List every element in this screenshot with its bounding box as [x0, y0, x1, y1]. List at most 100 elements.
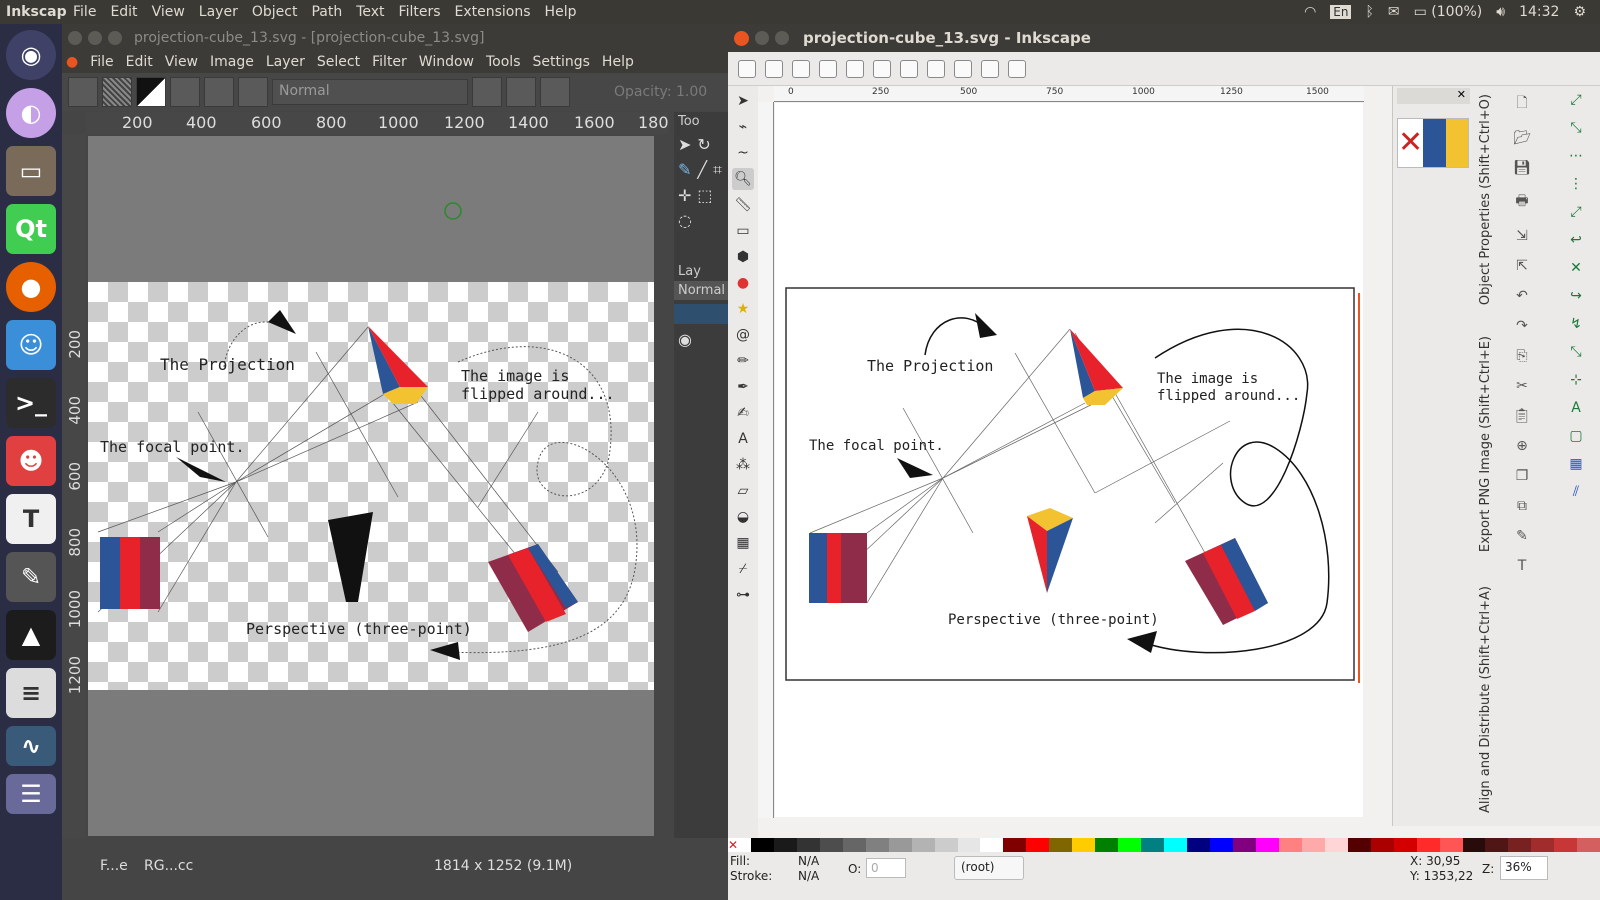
- snap-corner-icon[interactable]: ⋮: [1569, 176, 1583, 192]
- snap-center-icon[interactable]: ⤡: [1570, 344, 1581, 360]
- dropper-icon[interactable]: ⌿: [732, 558, 754, 580]
- gimp-menu-tools[interactable]: Tools: [486, 54, 521, 70]
- menu-filters[interactable]: Filters: [399, 4, 441, 20]
- undo-icon[interactable]: ↶: [1516, 288, 1528, 304]
- node-icon[interactable]: ⌁: [732, 116, 754, 138]
- menu-layer[interactable]: Layer: [199, 4, 238, 20]
- star-icon[interactable]: ★: [732, 298, 754, 320]
- rect-select-icon[interactable]: ⬚: [697, 186, 712, 205]
- measure-icon[interactable]: 📏︎: [732, 194, 754, 216]
- menu-edit[interactable]: Edit: [110, 4, 137, 20]
- tweak-icon[interactable]: ~: [732, 142, 754, 164]
- ubuntu-icon[interactable]: ◉: [6, 30, 56, 80]
- text-font-icon[interactable]: T: [1518, 558, 1527, 574]
- eraser-icon[interactable]: ▱: [732, 480, 754, 502]
- spray-icon[interactable]: ⁂: [732, 454, 754, 476]
- move-icon[interactable]: ✛: [678, 186, 691, 205]
- minimize-icon[interactable]: [88, 30, 102, 45]
- gimp-menu-settings[interactable]: Settings: [533, 54, 590, 70]
- wifi-icon[interactable]: ◠: [1304, 4, 1316, 20]
- snap-grid-icon[interactable]: ▦: [1569, 456, 1582, 472]
- crop-icon[interactable]: ⌗: [713, 160, 722, 180]
- maximize-icon[interactable]: [775, 31, 789, 45]
- stack-icon[interactable]: ☰: [6, 774, 56, 814]
- line-icon[interactable]: ╱: [697, 160, 707, 180]
- fill-stroke-icon[interactable]: ✎: [1516, 528, 1528, 544]
- copy-icon[interactable]: ⎘: [1516, 348, 1527, 364]
- gimp-menu-file[interactable]: File: [90, 54, 113, 70]
- snap-guide-icon[interactable]: ⫽: [1573, 484, 1579, 500]
- calligraphy-icon[interactable]: ✍: [732, 402, 754, 424]
- zoom-12-icon[interactable]: [819, 59, 837, 78]
- qt-icon[interactable]: Qt: [6, 204, 56, 254]
- bucket-icon[interactable]: ◒: [732, 506, 754, 528]
- snap-path-icon[interactable]: ↩: [1570, 232, 1582, 248]
- checker-icon[interactable]: [506, 77, 536, 107]
- ghost-icon[interactable]: ☻: [6, 436, 56, 486]
- group-icon[interactable]: ⧉: [1517, 498, 1527, 514]
- chat-icon[interactable]: ☺: [6, 320, 56, 370]
- menu-path[interactable]: Path: [311, 4, 342, 20]
- layer-row[interactable]: [674, 304, 728, 324]
- pointer-icon[interactable]: ➤: [678, 135, 691, 154]
- save-icon[interactable]: 💾︎: [1513, 160, 1531, 176]
- terminal-icon[interactable]: >_: [6, 378, 56, 428]
- gimp-menu-layer[interactable]: Layer: [266, 54, 305, 70]
- document-icon[interactable]: ≡: [6, 668, 56, 718]
- color-palette[interactable]: ✕: [728, 838, 1600, 852]
- new-icon[interactable]: 🗋︎: [1516, 92, 1527, 116]
- maximize-icon[interactable]: [108, 30, 122, 45]
- gimp-menu-filter[interactable]: Filter: [372, 54, 407, 70]
- snap-edge-icon[interactable]: ⋯: [1569, 148, 1583, 164]
- snap-bbox-icon[interactable]: ⤡: [1570, 120, 1581, 136]
- zoom-width-icon[interactable]: [954, 59, 972, 78]
- gimp-menu-image[interactable]: Image: [210, 54, 254, 70]
- eye-icon[interactable]: ◉: [674, 324, 728, 355]
- zoom-prev-icon[interactable]: [981, 59, 999, 78]
- zoom-selection-icon[interactable]: [873, 59, 891, 78]
- gimp-menu-help[interactable]: Help: [602, 54, 634, 70]
- clock[interactable]: 14:32: [1519, 4, 1559, 20]
- no-paint-icon[interactable]: ✕: [728, 838, 751, 852]
- connector-icon[interactable]: ⊶: [732, 584, 754, 606]
- gradient-icon[interactable]: ▦: [732, 532, 754, 554]
- snap-nodes-icon[interactable]: ⤢: [1570, 204, 1581, 220]
- ellipse-icon[interactable]: ●: [732, 272, 754, 294]
- reset-icon[interactable]: [540, 77, 570, 107]
- zoom-1-icon[interactable]: [792, 59, 810, 78]
- blend-mode-select[interactable]: Normal: [272, 79, 468, 105]
- zoom-page-icon[interactable]: [927, 59, 945, 78]
- open-icon[interactable]: 📂︎: [1513, 130, 1531, 146]
- zoom-in-icon[interactable]: [738, 59, 756, 78]
- fill-value[interactable]: N/A: [798, 854, 819, 868]
- keyboard-layout[interactable]: En: [1330, 5, 1352, 19]
- duplicate-icon[interactable]: ❐: [1516, 468, 1529, 484]
- zoom-21-icon[interactable]: [846, 59, 864, 78]
- pencil-icon[interactable]: ✏: [732, 350, 754, 372]
- menu-help[interactable]: Help: [545, 4, 577, 20]
- list-icon[interactable]: [204, 77, 234, 107]
- menu-file[interactable]: File: [73, 4, 96, 20]
- minimize-icon[interactable]: [755, 31, 769, 45]
- gimp-menu-window[interactable]: Window: [419, 54, 474, 70]
- close-icon[interactable]: [734, 30, 749, 46]
- gimp-menu-edit[interactable]: Edit: [126, 54, 153, 70]
- gimp-menu-select[interactable]: Select: [317, 54, 360, 70]
- grid-icon[interactable]: [238, 77, 268, 107]
- tab-export-png[interactable]: Export PNG Image (Shift+Ctrl+E): [1478, 336, 1493, 552]
- brush-icon[interactable]: ✎: [678, 160, 691, 180]
- zoom-tool-icon[interactable]: 🔍︎: [732, 168, 754, 190]
- text-editor-icon[interactable]: T: [6, 494, 56, 544]
- monitor-icon[interactable]: ∿: [6, 726, 56, 766]
- selector-icon[interactable]: ➤: [732, 90, 754, 112]
- snap-midpoint-icon[interactable]: ↯: [1570, 316, 1582, 332]
- snap-page-icon[interactable]: ▢: [1569, 428, 1582, 444]
- gear-icon[interactable]: ⚙: [1573, 4, 1586, 20]
- snap-smooth-icon[interactable]: ↪: [1570, 288, 1582, 304]
- snap-intersection-icon[interactable]: ✕: [1570, 260, 1582, 276]
- inkscape-canvas[interactable]: The Projection The image is flipped arou…: [775, 103, 1363, 821]
- files-icon[interactable]: ▭: [6, 146, 56, 196]
- zoom-icon[interactable]: ⊕: [1516, 438, 1528, 454]
- gimp-canvas[interactable]: The Projection The image is flipped arou…: [88, 136, 654, 836]
- firefox-icon[interactable]: ●: [6, 262, 56, 312]
